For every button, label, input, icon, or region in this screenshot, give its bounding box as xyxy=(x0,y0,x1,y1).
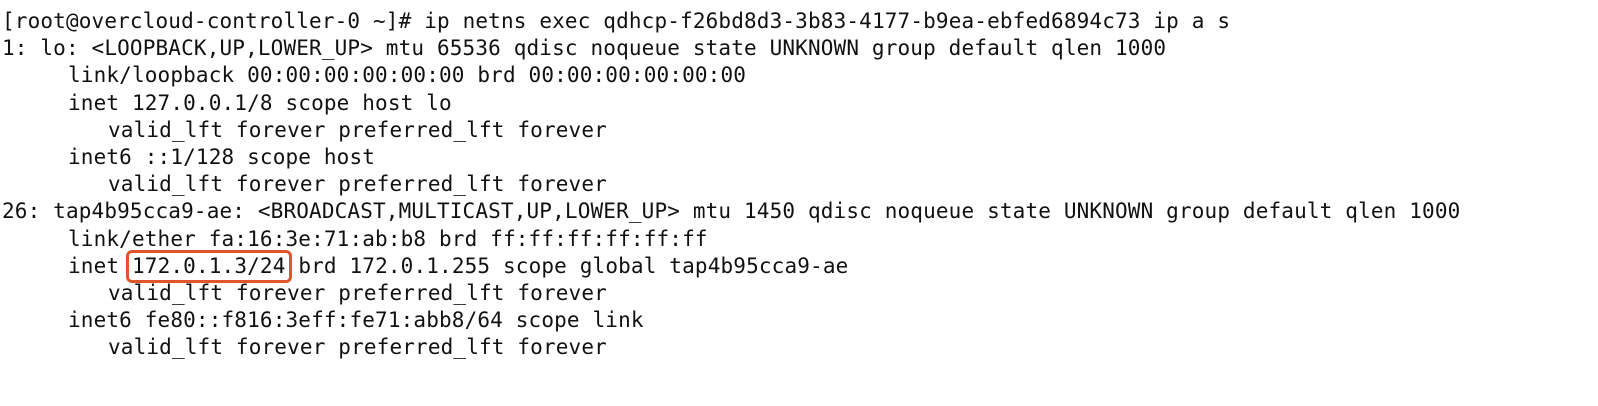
output-line-lo-inet: inet 127.0.0.1/8 scope host lo xyxy=(68,90,452,115)
output-line-tap-inet6: inet6 fe80::f816:3eff:fe71:abb8/64 scope… xyxy=(68,308,644,333)
output-line-tap-inet6-lifetime: valid_lft forever preferred_lft forever xyxy=(108,335,607,360)
shell-prompt: [root@overcloud-controller-0 ~]# xyxy=(2,9,412,33)
output-line-tap-link: link/ether fa:16:3e:71:ab:b8 brd ff:ff:f… xyxy=(68,226,708,251)
output-line-tap-inet-lifetime: valid_lft forever preferred_lft forever xyxy=(108,280,607,305)
inet-keyword: inet xyxy=(68,253,120,278)
highlighted-ip-address: 172.0.1.3/24 xyxy=(126,249,292,284)
output-line-lo-header: 1: lo: <LOOPBACK,UP,LOWER_UP> mtu 65536 … xyxy=(2,36,1167,61)
command-text: ip netns exec qdhcp-f26bd8d3-3b83-4177-b… xyxy=(424,9,1231,33)
terminal-output: [root@overcloud-controller-0 ~]# ip netn… xyxy=(2,8,1460,361)
terminal-window[interactable]: [root@overcloud-controller-0 ~]# ip netn… xyxy=(0,0,1598,406)
output-line-lo-inet-lifetime: valid_lft forever preferred_lft forever xyxy=(108,117,607,142)
inet-broadcast-details: brd 172.0.1.255 scope global tap4b95cca9… xyxy=(298,253,849,278)
output-line-tap-inet: inet 172.0.1.3/24 brd 172.0.1.255 scope … xyxy=(2,249,1460,284)
output-line-lo-inet6: inet6 ::1/128 scope host xyxy=(68,144,376,169)
command-line: [root@overcloud-controller-0 ~]# ip netn… xyxy=(2,8,1460,35)
output-line-tap-header: 26: tap4b95cca9-ae: <BROADCAST,MULTICAST… xyxy=(2,199,1461,224)
output-line-lo-link: link/loopback 00:00:00:00:00:00 brd 00:0… xyxy=(68,63,747,88)
output-line-lo-inet6-lifetime: valid_lft forever preferred_lft forever xyxy=(108,172,607,197)
